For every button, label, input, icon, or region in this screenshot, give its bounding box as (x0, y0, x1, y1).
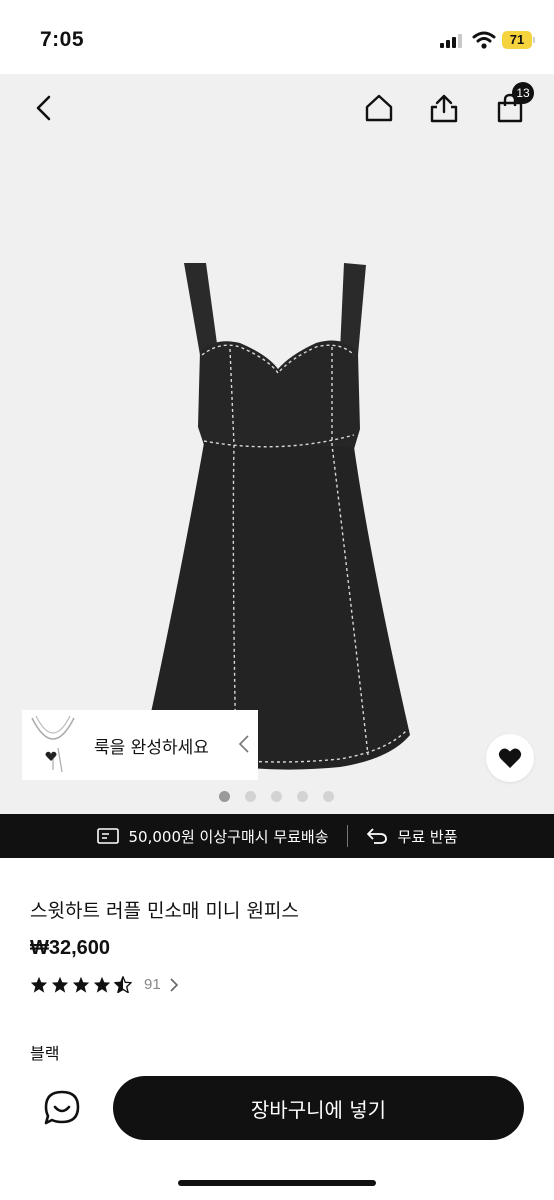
back-button[interactable] (24, 88, 64, 128)
chevron-left-icon (238, 735, 249, 753)
necklace-thumbnail (22, 710, 84, 780)
home-icon (365, 94, 393, 122)
complete-look-card[interactable]: 룩을 완성하세요 (22, 710, 258, 780)
home-button[interactable] (359, 88, 399, 128)
return-arrow-icon (366, 828, 387, 844)
pagination-dot[interactable] (297, 791, 308, 802)
free-shipping-info: 50,000원 이상구매시 무료배송 (96, 826, 329, 847)
share-button[interactable] (424, 88, 464, 128)
product-price: ₩32,600 (30, 937, 111, 959)
home-indicator (178, 1180, 376, 1186)
battery-cap (533, 37, 535, 43)
delivery-card-icon (96, 828, 119, 844)
pagination-dot[interactable] (245, 791, 256, 802)
product-title: 스윗하트 러플 민소매 미니 원피스 (30, 900, 299, 922)
chat-bubble-icon (44, 1090, 80, 1125)
status-time: 7:05 (40, 28, 85, 51)
star-full-icon (72, 976, 90, 993)
pagination-dot[interactable] (323, 791, 334, 802)
selected-color-label: 블랙 (30, 1044, 60, 1063)
share-icon (430, 94, 458, 123)
chat-button[interactable] (40, 1086, 84, 1130)
wifi-icon (472, 31, 496, 49)
back-icon (36, 95, 51, 121)
review-count: 91 (144, 976, 161, 993)
rating-stars (30, 976, 132, 993)
cart-count-badge: 13 (512, 82, 534, 104)
signal-icon (440, 32, 464, 48)
pagination-dot[interactable] (219, 791, 230, 802)
complete-look-label: 룩을 완성하세요 (94, 737, 209, 758)
battery-indicator: 71 (502, 31, 532, 49)
chevron-right-icon (170, 977, 178, 992)
star-half-icon (114, 976, 132, 993)
star-full-icon (51, 976, 69, 993)
status-bar: 7:05 71 (0, 0, 554, 74)
free-shipping-text: 50,000원 이상구매시 무료배송 (128, 827, 329, 846)
star-full-icon (30, 976, 48, 993)
product-image-dress (144, 263, 410, 770)
heart-icon (498, 748, 522, 768)
product-rating[interactable]: 91 (30, 976, 179, 993)
gallery-pagination (219, 791, 334, 802)
product-image-gallery[interactable] (0, 74, 554, 814)
pagination-dot[interactable] (271, 791, 282, 802)
star-full-icon (93, 976, 111, 993)
add-to-cart-button[interactable]: 장바구니에 넣기 (113, 1076, 524, 1140)
free-return-info: 무료 반품 (366, 826, 458, 847)
divider (346, 825, 348, 847)
wishlist-button[interactable] (486, 734, 534, 782)
shipping-info-bar: 50,000원 이상구매시 무료배송 무료 반품 (0, 814, 554, 858)
free-return-text: 무료 반품 (397, 827, 458, 846)
